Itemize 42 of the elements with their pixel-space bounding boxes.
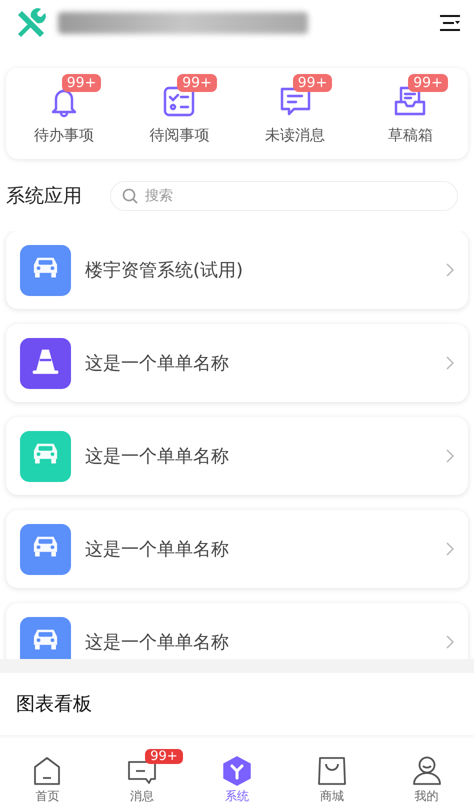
app-list-item[interactable]: 这是一个单单名称: [6, 510, 468, 588]
menu-icon[interactable]: [440, 14, 460, 32]
shortcut-label: 待办事项: [34, 126, 94, 145]
app-list-item[interactable]: 楼宇资管系统(试用): [6, 231, 468, 309]
shortcut-button[interactable]: 99+ 未读消息: [237, 68, 352, 159]
shortcut-button[interactable]: 99+ 草稿箱: [352, 68, 468, 159]
app-name: 楼宇资管系统(试用): [85, 259, 244, 282]
search-field[interactable]: 搜索: [110, 181, 458, 211]
search-icon: [122, 188, 138, 204]
shortcut-label: 未读消息: [264, 126, 325, 145]
home-icon: [33, 756, 62, 786]
app-list-item[interactable]: 这是一个单单名称: [6, 603, 468, 659]
count-badge: 99+: [62, 74, 102, 92]
hexagon-icon: [222, 756, 251, 786]
app-name: 这是一个单单名称: [85, 352, 230, 375]
chevron-right-icon: [446, 263, 454, 277]
tab-item[interactable]: 商城: [284, 752, 380, 808]
app-name: 这是一个单单名称: [85, 538, 230, 561]
tab-item[interactable]: 我的: [379, 752, 474, 808]
count-badge: 99+: [145, 749, 183, 764]
shortcut-label: 草稿箱: [388, 126, 433, 145]
app-name: 这是一个单单名称: [85, 445, 230, 468]
count-badge: 99+: [408, 74, 448, 92]
count-badge: 99+: [292, 74, 332, 92]
app-list-item[interactable]: 这是一个单单名称: [6, 324, 468, 402]
shortcut-label: 待阅事项: [149, 126, 210, 145]
section-title: 系统应用: [6, 184, 82, 209]
section-title: 图表看板: [16, 692, 93, 717]
chevron-right-icon: [446, 449, 454, 463]
chevron-right-icon: [446, 635, 454, 649]
tab-item[interactable]: 系统: [190, 752, 284, 808]
chevron-right-icon: [446, 356, 454, 370]
chevron-right-icon: [446, 542, 454, 556]
person-icon: [412, 756, 442, 786]
app-list-item[interactable]: 这是一个单单名称: [6, 417, 468, 495]
app-name: 这是一个单单名称: [85, 631, 230, 654]
tab-item[interactable]: 首页: [0, 752, 95, 808]
count-badge: 99+: [177, 74, 217, 92]
shortcut-button[interactable]: 99+ 待阅事项: [122, 68, 237, 159]
shortcut-button[interactable]: 99+ 待办事项: [6, 68, 122, 159]
shopping-bag-icon: [318, 756, 346, 786]
tab-item[interactable]: 99+ 消息: [94, 752, 190, 808]
